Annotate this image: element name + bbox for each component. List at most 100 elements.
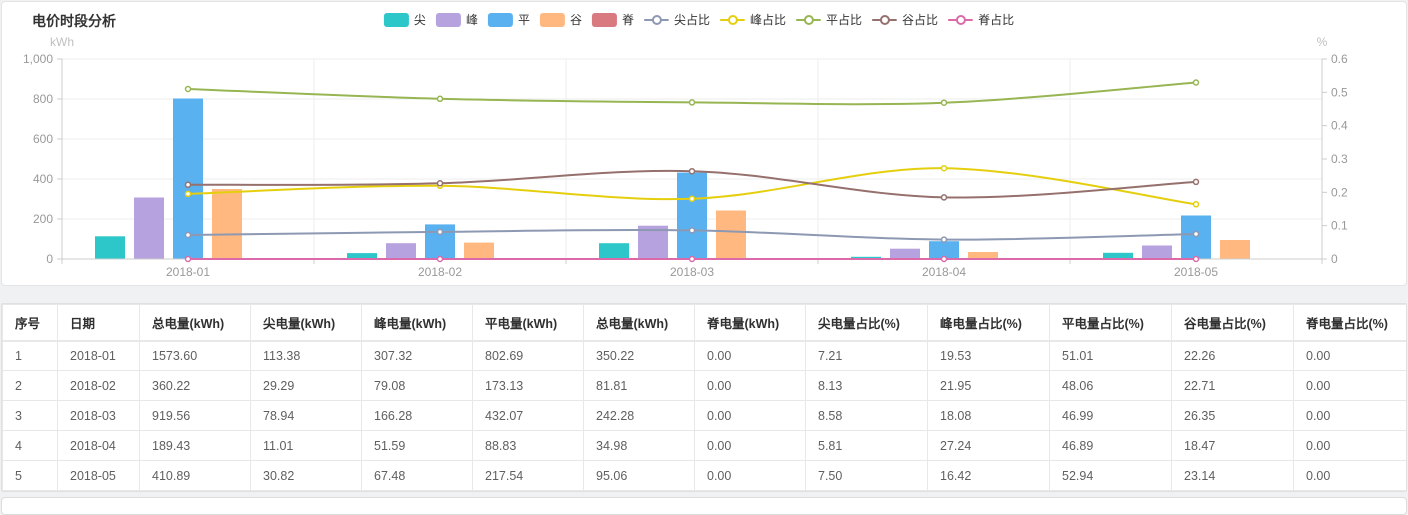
svg-text:0.2: 0.2 (1331, 185, 1348, 199)
legend-line-swatch-icon (872, 19, 897, 21)
table-row: 12018-011573.60113.38307.32802.69350.220… (3, 341, 1408, 371)
table-cell: 46.99 (1050, 401, 1172, 431)
table-cell: 919.56 (140, 401, 251, 431)
table-cell: 0.00 (695, 371, 806, 401)
legend-label: 平 (518, 11, 530, 28)
table-row: 32018-03919.5678.94166.28432.07242.280.0… (3, 401, 1408, 431)
table-header-cell: 总电量(kWh) (584, 305, 695, 341)
table-cell: 2018-05 (58, 461, 140, 491)
table-cell: 88.83 (473, 431, 584, 461)
legend-item-平[interactable]: 平 (488, 11, 530, 28)
table-cell: 0.00 (1294, 461, 1408, 491)
table-cell: 51.59 (362, 431, 473, 461)
bar-series-峰[interactable] (134, 198, 1172, 260)
legend-label: 谷占比 (902, 11, 938, 28)
table-cell: 18.47 (1172, 431, 1294, 461)
table-cell: 113.38 (251, 341, 362, 371)
table-cell: 78.94 (251, 401, 362, 431)
legend-item-脊[interactable]: 脊 (592, 11, 634, 28)
table-row: 42018-04189.4311.0151.5988.8334.980.005.… (3, 431, 1408, 461)
table-header-cell: 序号 (3, 305, 58, 341)
legend-line-swatch-icon (720, 19, 745, 21)
legend-item-脊占比[interactable]: 脊占比 (948, 11, 1014, 28)
table-cell: 21.95 (928, 371, 1050, 401)
line-series-平占比[interactable] (186, 80, 1199, 105)
table-header-cell: 峰电量(kWh) (362, 305, 473, 341)
svg-text:1,000: 1,000 (23, 52, 53, 66)
table-cell: 2018-01 (58, 341, 140, 371)
table-header-cell: 平电量(kWh) (473, 305, 584, 341)
legend-label: 尖 (414, 11, 426, 28)
table-cell: 67.48 (362, 461, 473, 491)
table-cell: 48.06 (1050, 371, 1172, 401)
svg-text:2018-05: 2018-05 (1174, 265, 1218, 279)
table-cell: 410.89 (140, 461, 251, 491)
table-cell: 16.42 (928, 461, 1050, 491)
table-cell: 8.13 (806, 371, 928, 401)
table-cell: 7.50 (806, 461, 928, 491)
legend-bar-swatch-icon (384, 13, 409, 27)
line-series-脊占比[interactable] (186, 257, 1199, 262)
table-cell: 11.01 (251, 431, 362, 461)
table-cell: 2018-03 (58, 401, 140, 431)
legend-item-峰占比[interactable]: 峰占比 (720, 11, 786, 28)
data-table: 序号日期总电量(kWh)尖电量(kWh)峰电量(kWh)平电量(kWh)总电量(… (2, 304, 1407, 491)
combo-chart-canvas[interactable]: 02004006008001,00000.10.20.30.40.50.6201… (2, 32, 1408, 282)
table-cell: 432.07 (473, 401, 584, 431)
table-cell: 22.71 (1172, 371, 1294, 401)
table-cell: 3 (3, 401, 58, 431)
legend-label: 平占比 (826, 11, 862, 28)
table-cell: 51.01 (1050, 341, 1172, 371)
legend-item-谷占比[interactable]: 谷占比 (872, 11, 938, 28)
table-cell: 4 (3, 431, 58, 461)
table-header-cell: 谷电量占比(%) (1172, 305, 1294, 341)
table-cell: 0.00 (695, 341, 806, 371)
svg-text:0: 0 (1331, 252, 1338, 266)
table-cell: 34.98 (584, 431, 695, 461)
table-cell: 19.53 (928, 341, 1050, 371)
legend-bar-swatch-icon (436, 13, 461, 27)
table-cell: 1573.60 (140, 341, 251, 371)
svg-text:kWh: kWh (50, 35, 74, 49)
data-table-panel: 序号日期总电量(kWh)尖电量(kWh)峰电量(kWh)平电量(kWh)总电量(… (1, 303, 1407, 492)
legend-item-尖占比[interactable]: 尖占比 (644, 11, 710, 28)
bar-series-谷[interactable] (212, 189, 1250, 259)
svg-text:0.3: 0.3 (1331, 152, 1348, 166)
table-cell: 1 (3, 341, 58, 371)
table-header-cell: 峰电量占比(%) (928, 305, 1050, 341)
table-cell: 5 (3, 461, 58, 491)
legend-bar-swatch-icon (488, 13, 513, 27)
table-row: 22018-02360.2229.2979.08173.1381.810.008… (3, 371, 1408, 401)
table-header-cell: 尖电量占比(%) (806, 305, 928, 341)
legend-line-swatch-icon (796, 19, 821, 21)
table-header-cell: 尖电量(kWh) (251, 305, 362, 341)
table-cell: 2 (3, 371, 58, 401)
legend-item-尖[interactable]: 尖 (384, 11, 426, 28)
chart-legend: 尖 峰 平谷 脊尖占比峰占比 平占比 谷占比 脊占比 (384, 11, 1024, 28)
table-row: 52018-05410.8930.8267.48217.5495.060.007… (3, 461, 1408, 491)
table-cell: 27.24 (928, 431, 1050, 461)
table-cell: 79.08 (362, 371, 473, 401)
legend-label: 脊 (622, 11, 634, 28)
legend-label: 峰 (466, 11, 478, 28)
svg-text:2018-04: 2018-04 (922, 265, 966, 279)
table-cell: 0.00 (695, 401, 806, 431)
table-header-cell: 脊电量占比(%) (1294, 305, 1408, 341)
table-cell: 802.69 (473, 341, 584, 371)
legend-line-swatch-icon (948, 19, 973, 21)
table-cell: 81.81 (584, 371, 695, 401)
legend-item-谷[interactable]: 谷 (540, 11, 582, 28)
table-cell: 18.08 (928, 401, 1050, 431)
table-cell: 29.29 (251, 371, 362, 401)
table-cell: 2018-04 (58, 431, 140, 461)
legend-item-峰[interactable]: 峰 (436, 11, 478, 28)
svg-text:2018-03: 2018-03 (670, 265, 714, 279)
table-cell: 307.32 (362, 341, 473, 371)
legend-bar-swatch-icon (540, 13, 565, 27)
svg-text:2018-01: 2018-01 (166, 265, 210, 279)
table-cell: 30.82 (251, 461, 362, 491)
table-cell: 2018-02 (58, 371, 140, 401)
legend-item-平占比[interactable]: 平占比 (796, 11, 862, 28)
legend-label: 脊占比 (978, 11, 1014, 28)
svg-text:0.5: 0.5 (1331, 85, 1348, 99)
